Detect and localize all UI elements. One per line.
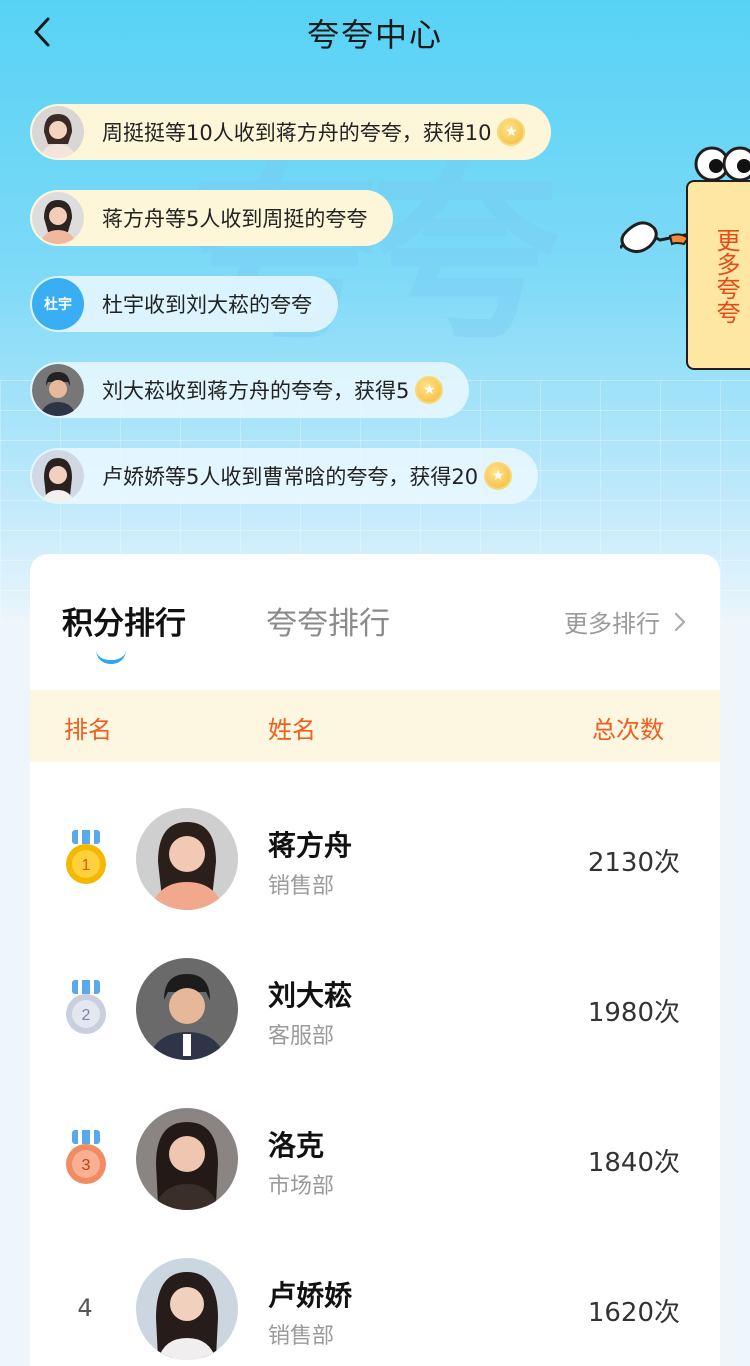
ranking-tabs: 积分排行 夸夸排行 更多排行 — [30, 554, 720, 690]
col-total-header: 总次数 — [592, 716, 664, 744]
tab-praise-ranking[interactable]: 夸夸排行 — [266, 598, 390, 643]
coin-icon: ★ — [484, 462, 513, 490]
avatar — [136, 808, 238, 910]
feed-item[interactable]: 刘大菘收到蒋方舟的夸夸，获得5 ★ — [30, 362, 470, 418]
feed-item[interactable]: 蒋方舟等5人收到周挺的夸夸 — [30, 190, 394, 246]
nav-bar: 夸夸中心 — [0, 0, 750, 64]
coin-icon: ★ — [497, 118, 526, 146]
medal-rank: 2 — [82, 1007, 91, 1024]
avatar: 杜宇 — [32, 278, 84, 330]
table-header: 排名 姓名 总次数 — [30, 690, 720, 762]
avatar — [32, 106, 84, 158]
medal-rank: 3 — [82, 1157, 91, 1174]
total-count: 1980次 — [587, 998, 680, 1028]
employee-dept: 市场部 — [268, 1174, 335, 1199]
table-row[interactable]: 2 刘大菘 客服部 1980次 — [30, 934, 720, 1084]
table-row[interactable]: 1 蒋方舟 销售部 2130次 — [30, 784, 720, 934]
more-ranking-link[interactable]: 更多排行 — [564, 604, 690, 639]
total-count: 1620次 — [587, 1298, 680, 1328]
employee-dept: 销售部 — [268, 874, 335, 899]
page-title: 夸夸中心 — [306, 16, 443, 54]
employee-dept: 销售部 — [268, 1324, 335, 1349]
employee-name: 洛克 — [268, 1129, 325, 1162]
table-row[interactable]: 3 洛克 市场部 1840次 — [30, 1084, 720, 1234]
chevron-right-icon — [674, 612, 686, 631]
tab-points-ranking[interactable]: 积分排行 — [62, 598, 186, 643]
silver-medal-icon: 2 — [66, 980, 106, 1034]
total-count: 1840次 — [587, 1148, 680, 1178]
tab-active-indicator — [96, 650, 126, 664]
avatar — [136, 1258, 238, 1360]
gold-medal-icon: 1 — [66, 830, 106, 884]
feed-item[interactable]: 卢娇娇等5人收到曹常晗的夸夸，获得20 ★ — [30, 448, 539, 504]
employee-name: 蒋方舟 — [268, 829, 353, 862]
employee-name: 刘大菘 — [268, 979, 353, 1012]
col-name-header: 姓名 — [268, 716, 316, 744]
col-rank-header: 排名 — [64, 716, 112, 744]
more-ranking-label: 更多排行 — [564, 610, 660, 638]
avatar — [32, 450, 84, 502]
avatar — [136, 958, 238, 1060]
feed-item[interactable]: 杜宇 杜宇收到刘大菘的夸夸 — [30, 276, 338, 332]
feed-text: 蒋方舟等5人收到周挺的夸夸 — [102, 207, 368, 231]
rank-number: 4 — [77, 1294, 93, 1322]
feed-text: 杜宇收到刘大菘的夸夸 — [102, 293, 312, 317]
feed-text: 刘大菘收到蒋方舟的夸夸，获得5 — [102, 379, 410, 403]
feed-text: 周挺挺等10人收到蒋方舟的夸夸，获得10 — [102, 121, 492, 145]
ranking-card: 积分排行 夸夸排行 更多排行 排名 姓名 总次数 1 蒋方舟 销售部 2130次… — [30, 554, 720, 1366]
avatar — [32, 192, 84, 244]
table-row[interactable]: 4 卢娇娇 销售部 1620次 — [30, 1234, 720, 1366]
avatar — [136, 1108, 238, 1210]
employee-dept: 客服部 — [268, 1024, 335, 1049]
medal-rank: 1 — [82, 857, 91, 874]
avatar-initials: 杜宇 — [44, 297, 72, 313]
coin-icon: ★ — [415, 376, 444, 404]
feed-item[interactable]: 周挺挺等10人收到蒋方舟的夸夸，获得10 ★ — [30, 104, 552, 160]
total-count: 2130次 — [587, 848, 680, 878]
employee-name: 卢娇娇 — [268, 1279, 353, 1312]
bronze-medal-icon: 3 — [66, 1130, 106, 1184]
more-praise-label[interactable]: 更多夸夸 — [700, 228, 740, 324]
avatar — [32, 364, 84, 416]
feed-text: 卢娇娇等5人收到曹常晗的夸夸，获得20 — [102, 465, 479, 489]
